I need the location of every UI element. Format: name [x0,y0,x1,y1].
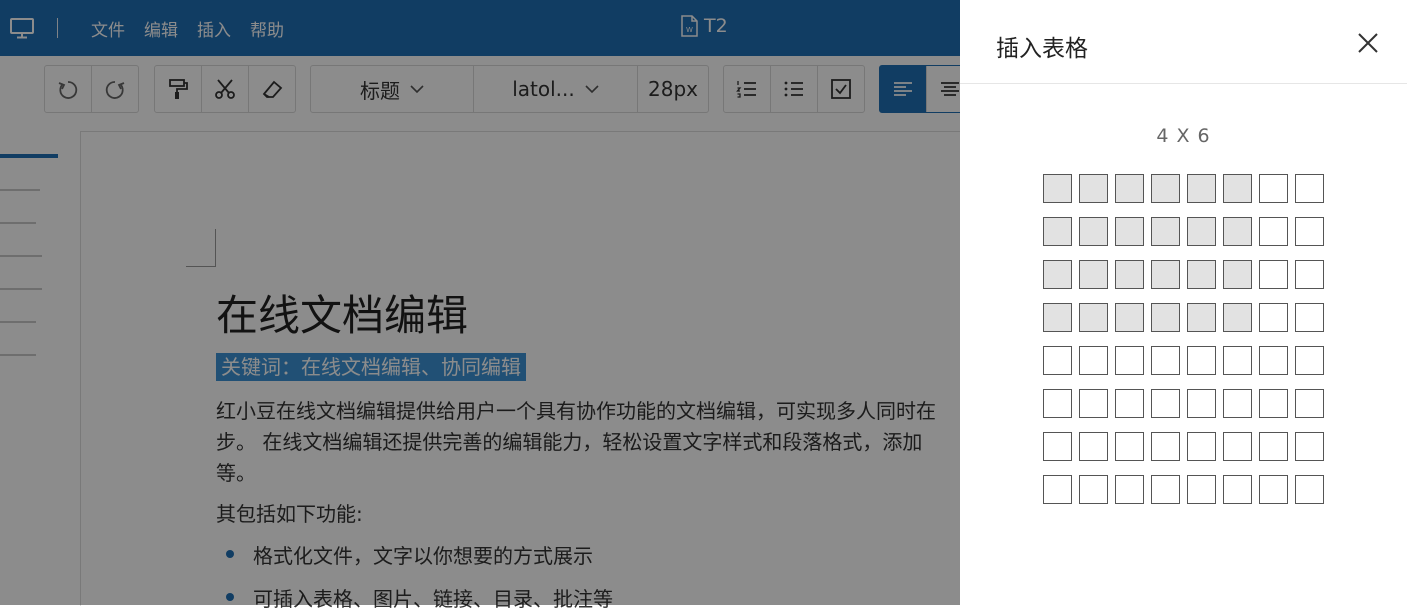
grid-cell[interactable] [1115,217,1144,246]
grid-cell[interactable] [1295,346,1324,375]
grid-cell[interactable] [1079,260,1108,289]
grid-cell[interactable] [1187,346,1216,375]
grid-cell[interactable] [1115,475,1144,504]
grid-cell[interactable] [1259,432,1288,461]
drawer-header: 插入表格 [960,0,1407,84]
grid-cell[interactable] [1043,174,1072,203]
grid-cell[interactable] [1259,260,1288,289]
grid-cell[interactable] [1043,260,1072,289]
grid-cell[interactable] [1043,217,1072,246]
grid-cell[interactable] [1187,174,1216,203]
grid-cell[interactable] [1079,346,1108,375]
grid-cell[interactable] [1043,475,1072,504]
grid-cell[interactable] [1295,217,1324,246]
grid-cell[interactable] [1079,432,1108,461]
close-icon [1358,33,1378,53]
grid-cell[interactable] [1115,260,1144,289]
grid-cell[interactable] [1151,432,1180,461]
grid-cell[interactable] [1259,389,1288,418]
drawer-title: 插入表格 [996,36,1088,62]
grid-cell[interactable] [1223,217,1252,246]
grid-cell[interactable] [1043,346,1072,375]
grid-cell[interactable] [1151,389,1180,418]
grid-cell[interactable] [1223,174,1252,203]
table-size-label: 4 X 6 [1156,125,1211,147]
grid-cell[interactable] [1151,260,1180,289]
grid-cell[interactable] [1115,174,1144,203]
grid-cell[interactable] [1151,346,1180,375]
grid-cell[interactable] [1223,260,1252,289]
grid-cell[interactable] [1259,174,1288,203]
grid-cell[interactable] [1295,475,1324,504]
grid-cell[interactable] [1295,389,1324,418]
grid-cell[interactable] [1259,217,1288,246]
insert-table-drawer: 插入表格 4 X 6 [960,0,1407,605]
grid-cell[interactable] [1151,475,1180,504]
grid-cell[interactable] [1259,303,1288,332]
grid-cell[interactable] [1259,475,1288,504]
grid-cell[interactable] [1079,174,1108,203]
grid-cell[interactable] [1151,174,1180,203]
grid-cell[interactable] [1043,303,1072,332]
grid-cell[interactable] [1079,303,1108,332]
modal-backdrop[interactable] [0,0,960,605]
grid-cell[interactable] [1151,217,1180,246]
grid-cell[interactable] [1187,389,1216,418]
grid-cell[interactable] [1079,389,1108,418]
grid-cell[interactable] [1043,389,1072,418]
grid-cell[interactable] [1295,174,1324,203]
grid-cell[interactable] [1187,260,1216,289]
grid-cell[interactable] [1115,303,1144,332]
grid-cell[interactable] [1259,346,1288,375]
grid-cell[interactable] [1079,217,1108,246]
grid-cell[interactable] [1295,432,1324,461]
grid-cell[interactable] [1115,432,1144,461]
grid-cell[interactable] [1115,389,1144,418]
grid-cell[interactable] [1187,432,1216,461]
grid-cell[interactable] [1115,346,1144,375]
grid-cell[interactable] [1295,303,1324,332]
grid-cell[interactable] [1223,303,1252,332]
grid-cell[interactable] [1295,260,1324,289]
grid-cell[interactable] [1223,389,1252,418]
grid-cell[interactable] [1223,346,1252,375]
grid-cell[interactable] [1187,303,1216,332]
grid-cell[interactable] [1151,303,1180,332]
grid-cell[interactable] [1043,432,1072,461]
grid-cell[interactable] [1187,475,1216,504]
grid-cell[interactable] [1223,475,1252,504]
close-button[interactable] [1353,28,1383,58]
grid-cell[interactable] [1187,217,1216,246]
grid-cell[interactable] [1223,432,1252,461]
grid-cell[interactable] [1079,475,1108,504]
